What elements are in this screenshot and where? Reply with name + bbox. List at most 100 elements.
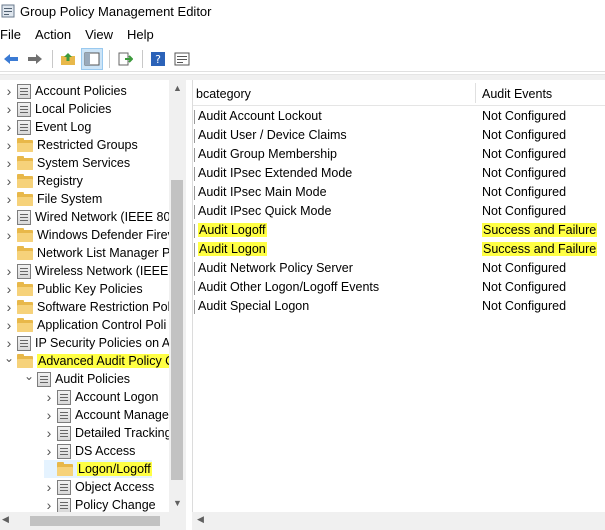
tree-item[interactable]: › Account Manage <box>44 406 169 424</box>
up-folder-icon[interactable] <box>57 48 79 70</box>
policy-icon <box>17 83 31 99</box>
folder-icon <box>17 281 33 296</box>
tree-item[interactable]: › Application Control Poli <box>4 316 167 334</box>
policy-icon <box>57 443 71 459</box>
properties-icon[interactable] <box>171 48 193 70</box>
forward-arrow-icon[interactable] <box>24 48 46 70</box>
list-row[interactable]: Audit Account Lockout Not Configured <box>193 107 605 126</box>
help-icon[interactable]: ? <box>147 48 169 70</box>
list-row[interactable]: Audit IPsec Main Mode Not Configured <box>193 183 605 202</box>
tree-item[interactable]: › Detailed Tracking <box>44 424 172 442</box>
list-row[interactable]: Audit User / Device Claims Not Configured <box>193 126 605 145</box>
tree-item-label: Wired Network (IEEE 802 <box>35 210 178 224</box>
list-horizontal-scrollbar[interactable]: ◀ <box>192 512 605 530</box>
tree-item[interactable]: › Account Policies <box>4 82 127 100</box>
list-row[interactable]: Audit Logoff Success and Failure <box>193 221 605 240</box>
tree-item-label: Application Control Poli <box>37 318 167 332</box>
tree-item[interactable]: Network List Manager P <box>4 244 170 262</box>
tree-item[interactable]: › Wireless Network (IEEE 8 <box>4 262 179 280</box>
list-row[interactable]: Audit IPsec Quick Mode Not Configured <box>193 202 605 221</box>
list-row[interactable]: Audit IPsec Extended Mode Not Configured <box>193 164 605 183</box>
tree-item[interactable]: › Software Restriction Pol <box>4 298 171 316</box>
chevron-right-icon[interactable]: › <box>44 443 54 459</box>
chevron-down-icon[interactable]: ⌄ <box>24 369 34 383</box>
tree-vertical-scrollbar[interactable]: ▲ ▼ <box>169 80 186 512</box>
chevron-right-icon[interactable]: › <box>4 299 14 315</box>
tree-item[interactable]: › Policy Change <box>44 496 156 512</box>
policy-name: Audit IPsec Quick Mode <box>193 204 332 219</box>
chevron-down-icon[interactable]: ⌄ <box>4 351 14 365</box>
export-list-icon[interactable] <box>114 48 136 70</box>
tree-item[interactable]: › System Services <box>4 154 130 172</box>
tree-horizontal-scrollbar[interactable]: ◀ <box>0 512 186 530</box>
tree-item[interactable]: › Windows Defender Firev <box>4 226 174 244</box>
scroll-thumb[interactable] <box>30 516 160 526</box>
tree-item[interactable]: › Object Access <box>44 478 155 496</box>
scroll-thumb[interactable] <box>171 180 183 480</box>
tree-item-label: Restricted Groups <box>37 138 138 152</box>
scroll-down-arrow-icon[interactable]: ▼ <box>169 495 186 512</box>
tree-item[interactable]: ⌄ Advanced Audit Policy C <box>4 351 176 370</box>
policy-name: Audit Other Logon/Logoff Events <box>193 280 380 295</box>
menu-action[interactable]: Action <box>35 27 79 42</box>
policy-icon <box>17 119 31 135</box>
policy-icon <box>57 407 71 423</box>
tree-item[interactable]: Logon/Logoff <box>44 460 152 478</box>
folder-icon <box>17 227 33 242</box>
chevron-right-icon[interactable]: › <box>4 173 14 189</box>
menu-bar: File Action View Help <box>0 24 605 44</box>
column-separator[interactable] <box>475 83 476 103</box>
tree-item-label: Network List Manager P <box>37 246 171 260</box>
chevron-right-icon[interactable]: › <box>4 83 14 99</box>
tree-item[interactable]: › Registry <box>4 172 83 190</box>
tree-item-label: Account Manage <box>75 408 169 422</box>
chevron-right-icon[interactable]: › <box>4 101 14 117</box>
tree-item[interactable]: › Wired Network (IEEE 802 <box>4 208 178 226</box>
column-header-subcategory[interactable]: bcategory <box>196 87 251 101</box>
list-row[interactable]: Audit Special Logon Not Configured <box>193 297 605 316</box>
chevron-right-icon[interactable]: › <box>4 263 14 279</box>
list-row[interactable]: Audit Network Policy Server Not Configure… <box>193 259 605 278</box>
chevron-right-icon[interactable]: › <box>44 497 54 512</box>
chevron-right-icon[interactable]: › <box>4 227 14 243</box>
chevron-right-icon[interactable]: › <box>4 281 14 297</box>
chevron-right-icon[interactable]: › <box>4 317 14 333</box>
chevron-right-icon[interactable]: › <box>4 155 14 171</box>
tree-item[interactable]: › Account Logon <box>44 388 159 406</box>
chevron-right-icon[interactable]: › <box>44 407 54 423</box>
policy-icon <box>17 263 31 279</box>
tree-item[interactable]: › Local Policies <box>4 100 112 118</box>
chevron-right-icon[interactable]: › <box>4 209 14 225</box>
tree-item[interactable]: › File System <box>4 190 103 208</box>
list-row[interactable]: Audit Other Logon/Logoff Events Not Confi… <box>193 278 605 297</box>
scroll-up-arrow-icon[interactable]: ▲ <box>169 80 186 97</box>
menu-file[interactable]: File <box>0 27 29 42</box>
policy-icon <box>57 497 71 512</box>
toolbar-separator <box>109 49 110 68</box>
tree-item[interactable]: › Event Log <box>4 118 92 136</box>
tree-item[interactable]: › Public Key Policies <box>4 280 143 298</box>
chevron-right-icon[interactable]: › <box>44 479 54 495</box>
tree-item[interactable]: › IP Security Policies on A <box>4 334 171 352</box>
chevron-right-icon[interactable]: › <box>4 119 14 135</box>
column-header-audit-events[interactable]: Audit Events <box>482 87 552 101</box>
policy-icon <box>37 371 51 387</box>
chevron-right-icon[interactable]: › <box>4 191 14 207</box>
policy-icon <box>17 335 31 351</box>
back-arrow-icon[interactable] <box>0 48 22 70</box>
list-row[interactable]: Audit Group Membership Not Configured <box>193 145 605 164</box>
tree-item[interactable]: › Restricted Groups <box>4 136 138 154</box>
chevron-right-icon[interactable]: › <box>44 425 54 441</box>
list-row[interactable]: Audit Logon Success and Failure <box>193 240 605 259</box>
tree-item[interactable]: ⌄ Audit Policies <box>24 369 130 388</box>
tree-item[interactable]: › DS Access <box>44 442 136 460</box>
menu-help[interactable]: Help <box>127 27 162 42</box>
chevron-right-icon[interactable]: › <box>44 389 54 405</box>
window-title: Group Policy Management Editor <box>20 3 212 19</box>
scroll-left-arrow-icon[interactable]: ◀ <box>197 514 204 525</box>
menu-view[interactable]: View <box>85 27 121 42</box>
show-hide-tree-icon[interactable] <box>81 47 103 70</box>
chevron-right-icon[interactable]: › <box>4 137 14 153</box>
scroll-left-arrow-icon[interactable]: ◀ <box>2 514 9 525</box>
chevron-right-icon[interactable]: › <box>4 335 14 351</box>
